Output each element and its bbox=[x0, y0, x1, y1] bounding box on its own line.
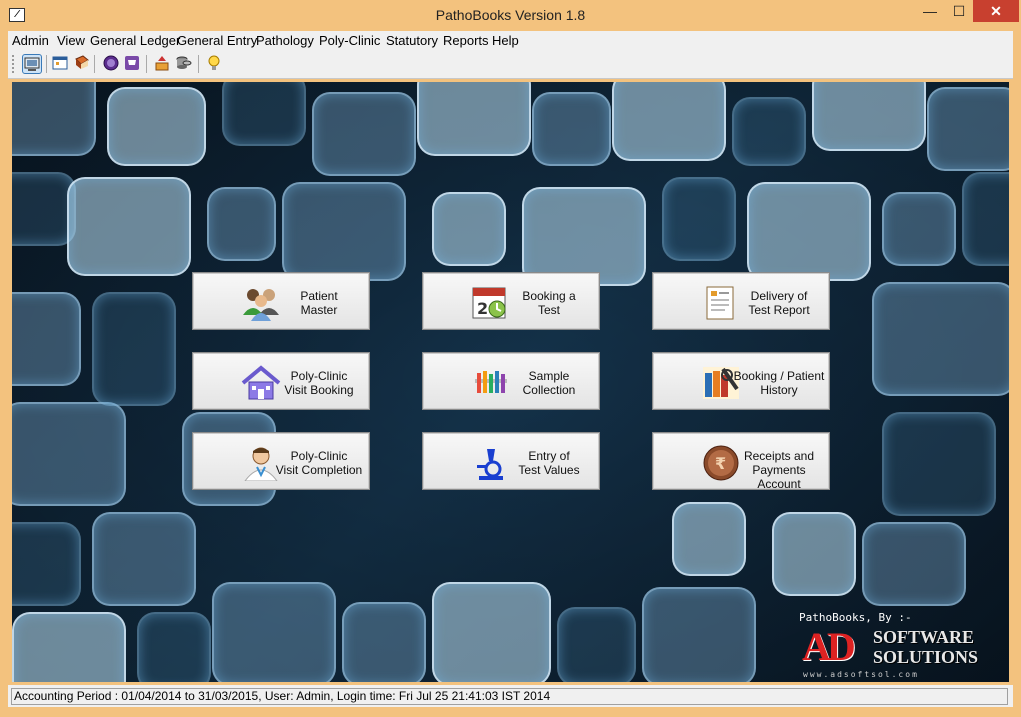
toolbar-grip[interactable] bbox=[12, 55, 17, 73]
patient-master-button[interactable]: Patient Master bbox=[192, 272, 370, 330]
menu-admin[interactable]: Admin bbox=[12, 33, 49, 48]
svg-text:₹: ₹ bbox=[715, 454, 726, 473]
poly-clinic-visit-booking-button[interactable]: Poly-Clinic Visit Booking bbox=[192, 352, 370, 410]
toolbar bbox=[8, 51, 1013, 79]
brand-ad-mark: AD bbox=[802, 624, 856, 669]
background-tile bbox=[107, 87, 206, 166]
title-bar[interactable]: ∕ PathoBooks Version 1.8 — ☐ ✕ bbox=[0, 0, 1021, 31]
entry-of-test-values-label: Entry of Test Values bbox=[518, 449, 580, 477]
background-tile bbox=[612, 82, 726, 161]
background-tile bbox=[872, 282, 1009, 396]
minimize-button[interactable]: — bbox=[915, 0, 945, 22]
background-tile bbox=[137, 612, 211, 682]
background-tile bbox=[212, 582, 336, 682]
background-tile bbox=[342, 602, 426, 682]
brand-url: www.adsoftsol.com bbox=[803, 670, 919, 679]
receipts-and-payments-account-label: Receipts and Payments Account bbox=[743, 449, 815, 491]
background-tile bbox=[927, 87, 1009, 171]
app-window: ∕ PathoBooks Version 1.8 — ☐ ✕ Admin Vie… bbox=[0, 0, 1021, 717]
background-tile bbox=[282, 182, 406, 281]
background-tile bbox=[642, 587, 756, 682]
calendar-icon[interactable] bbox=[50, 54, 70, 74]
bulb-icon[interactable] bbox=[204, 54, 224, 74]
background-tile bbox=[312, 92, 416, 176]
background-tile bbox=[92, 292, 176, 406]
background-tile bbox=[92, 512, 196, 606]
background-tile bbox=[672, 502, 746, 576]
background-tile bbox=[432, 192, 506, 266]
window-title: PathoBooks Version 1.8 bbox=[435, 7, 586, 23]
background-tile bbox=[862, 522, 966, 606]
background-tile bbox=[747, 182, 871, 281]
menu-bar: Admin View General Ledger General Entry … bbox=[8, 31, 1013, 51]
toolbar-separator bbox=[46, 55, 47, 73]
background-tile bbox=[557, 607, 636, 682]
background-tile bbox=[882, 192, 956, 266]
sample-collection-label: Sample Collection bbox=[522, 369, 576, 397]
brand-by-text: PathoBooks, By :- bbox=[799, 611, 912, 624]
receipts-and-payments-account-button[interactable]: ₹ Receipts and Payments Account bbox=[652, 432, 830, 491]
stamp-icon[interactable] bbox=[101, 54, 121, 74]
background-tile bbox=[662, 177, 736, 261]
toolbar-separator bbox=[198, 55, 199, 73]
background-tile bbox=[417, 82, 531, 156]
background-tile bbox=[12, 612, 126, 682]
maximize-button[interactable]: ☐ bbox=[945, 0, 973, 22]
background-tile bbox=[812, 82, 926, 151]
background-tile bbox=[772, 512, 856, 596]
delivery-of-test-report-button[interactable]: Delivery of Test Report bbox=[652, 272, 830, 330]
poly-clinic-visit-booking-label: Poly-Clinic Visit Booking bbox=[284, 369, 354, 397]
status-bar: Accounting Period : 01/04/2014 to 31/03/… bbox=[8, 685, 1013, 707]
book-icon[interactable] bbox=[72, 54, 92, 74]
poly-clinic-visit-completion-label: Poly-Clinic Visit Completion bbox=[275, 449, 363, 477]
booking-patient-history-label: Booking / Patient History bbox=[733, 369, 825, 397]
toolbar-separator bbox=[146, 55, 147, 73]
background-tile bbox=[12, 82, 96, 156]
toolbar-separator bbox=[94, 55, 95, 73]
background-tile bbox=[12, 522, 81, 606]
brand-logo: PathoBooks, By :- AD SOFTWARE SOLUTIONS … bbox=[799, 611, 1009, 682]
booking-a-test-button[interactable]: 2 Booking a Test bbox=[422, 272, 600, 330]
background-tile bbox=[962, 172, 1009, 266]
background-tile bbox=[432, 582, 551, 682]
background-tile bbox=[67, 177, 191, 276]
close-button[interactable]: ✕ bbox=[973, 0, 1019, 22]
entry-of-test-values-button[interactable]: Entry of Test Values bbox=[422, 432, 600, 490]
booking-a-test-label: Booking a Test bbox=[522, 289, 576, 317]
poly-clinic-visit-completion-button[interactable]: Poly-Clinic Visit Completion bbox=[192, 432, 370, 490]
booking-patient-history-button[interactable]: Booking / Patient History bbox=[652, 352, 830, 410]
menu-help[interactable]: Help bbox=[492, 33, 519, 48]
menu-statutory[interactable]: Statutory bbox=[386, 33, 438, 48]
delivery-of-test-report-label: Delivery of Test Report bbox=[748, 289, 810, 317]
monitor-icon[interactable] bbox=[22, 54, 42, 74]
menu-general-ledger[interactable]: General Ledger bbox=[90, 33, 180, 48]
menu-general-entry[interactable]: General Entry bbox=[177, 33, 257, 48]
patient-master-label: Patient Master bbox=[300, 289, 338, 317]
dashboard-area: Patient Master 2 Booking a Test Delivery… bbox=[12, 82, 1009, 682]
export-icon[interactable] bbox=[152, 54, 172, 74]
cart-icon[interactable] bbox=[122, 54, 142, 74]
menu-poly-clinic[interactable]: Poly-Clinic bbox=[319, 33, 380, 48]
svg-text:2: 2 bbox=[477, 299, 488, 318]
background-tile bbox=[882, 412, 996, 516]
background-tile bbox=[222, 82, 306, 146]
menu-pathology[interactable]: Pathology bbox=[256, 33, 314, 48]
menu-view[interactable]: View bbox=[57, 33, 85, 48]
menu-reports[interactable]: Reports bbox=[443, 33, 489, 48]
background-tile bbox=[12, 292, 81, 386]
background-tile bbox=[12, 402, 126, 506]
sample-collection-button[interactable]: Sample Collection bbox=[422, 352, 600, 410]
status-text: Accounting Period : 01/04/2014 to 31/03/… bbox=[11, 688, 1008, 705]
background-tile bbox=[732, 97, 806, 166]
database-icon[interactable] bbox=[174, 54, 194, 74]
brand-software-solutions: SOFTWARE SOLUTIONS bbox=[873, 627, 979, 667]
background-tile bbox=[532, 92, 611, 166]
background-tile bbox=[207, 187, 276, 261]
